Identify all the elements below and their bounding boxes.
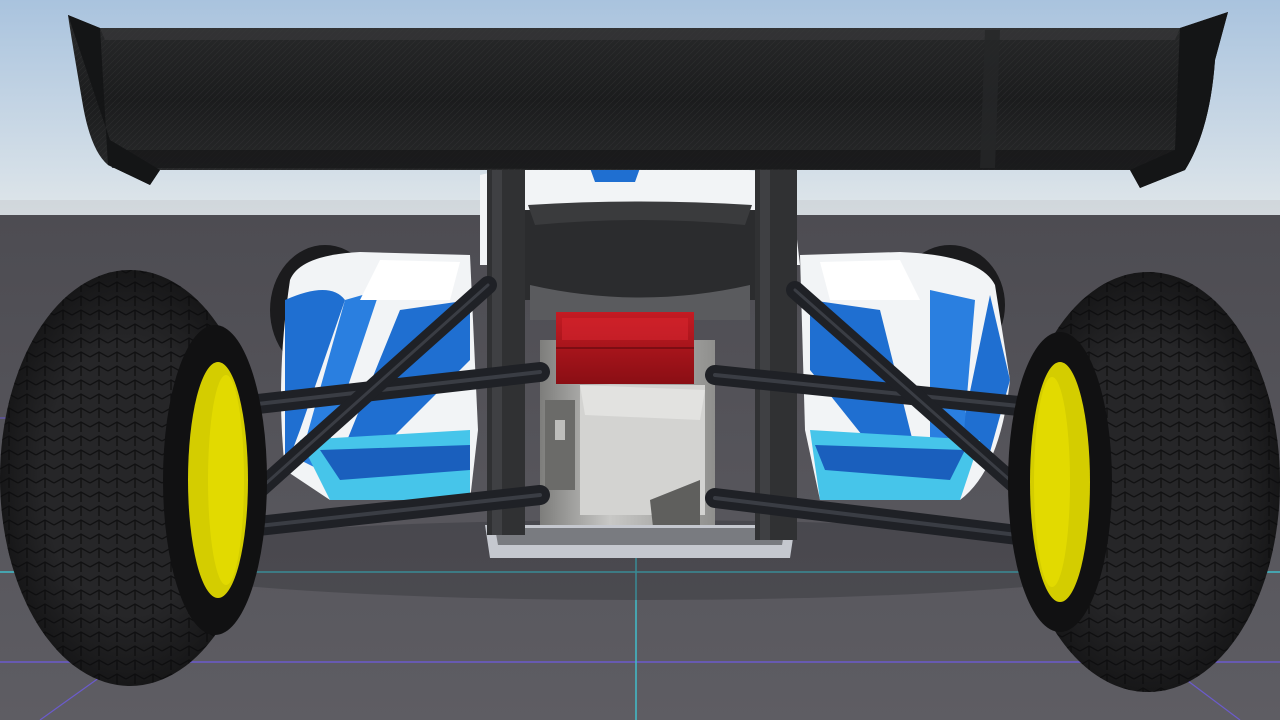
left-rear-wheel [0, 270, 267, 686]
body-center [480, 165, 800, 320]
tail-light [556, 312, 694, 384]
game-viewport[interactable] [0, 0, 1280, 720]
rear-wing [68, 12, 1228, 188]
scene-canvas [0, 0, 1280, 720]
